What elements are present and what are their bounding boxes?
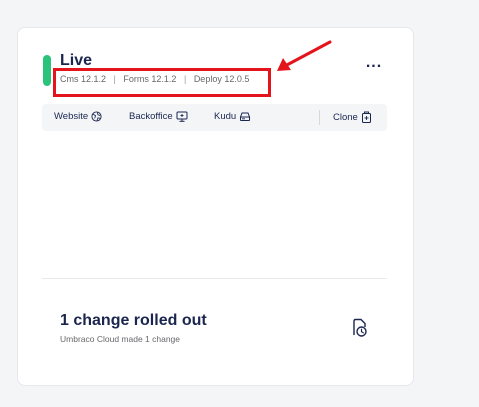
website-button[interactable]: Website bbox=[54, 111, 102, 122]
changes-title: 1 change rolled out bbox=[60, 312, 207, 329]
monitor-icon bbox=[176, 111, 188, 122]
backoffice-button[interactable]: Backoffice bbox=[129, 111, 188, 122]
annotation-highlight-box bbox=[53, 68, 271, 97]
clone-icon bbox=[361, 111, 371, 123]
globe-icon bbox=[91, 111, 102, 122]
clone-button[interactable]: Clone bbox=[333, 111, 372, 123]
clone-label: Clone bbox=[333, 111, 358, 123]
environment-status-indicator bbox=[43, 55, 51, 86]
actions-divider bbox=[319, 110, 320, 125]
kudu-icon bbox=[239, 112, 251, 121]
more-options-button[interactable]: ... bbox=[363, 55, 385, 76]
change-history-button[interactable] bbox=[351, 318, 371, 338]
kudu-label: Kudu bbox=[214, 111, 237, 122]
changes-subtitle: Umbraco Cloud made 1 change bbox=[60, 334, 181, 344]
kudu-button[interactable]: Kudu bbox=[214, 111, 251, 122]
history-icon bbox=[353, 318, 367, 337]
environment-actions-bar: Website Backoffice Kudu Clone bbox=[42, 104, 387, 131]
backoffice-label: Backoffice bbox=[129, 111, 173, 122]
website-label: Website bbox=[54, 111, 89, 122]
card-divider bbox=[42, 278, 387, 279]
annotation-arrow-icon bbox=[277, 40, 332, 71]
environment-card: Live Cms 12.1.2 | Forms 12.1.2 | Deploy … bbox=[17, 27, 414, 386]
